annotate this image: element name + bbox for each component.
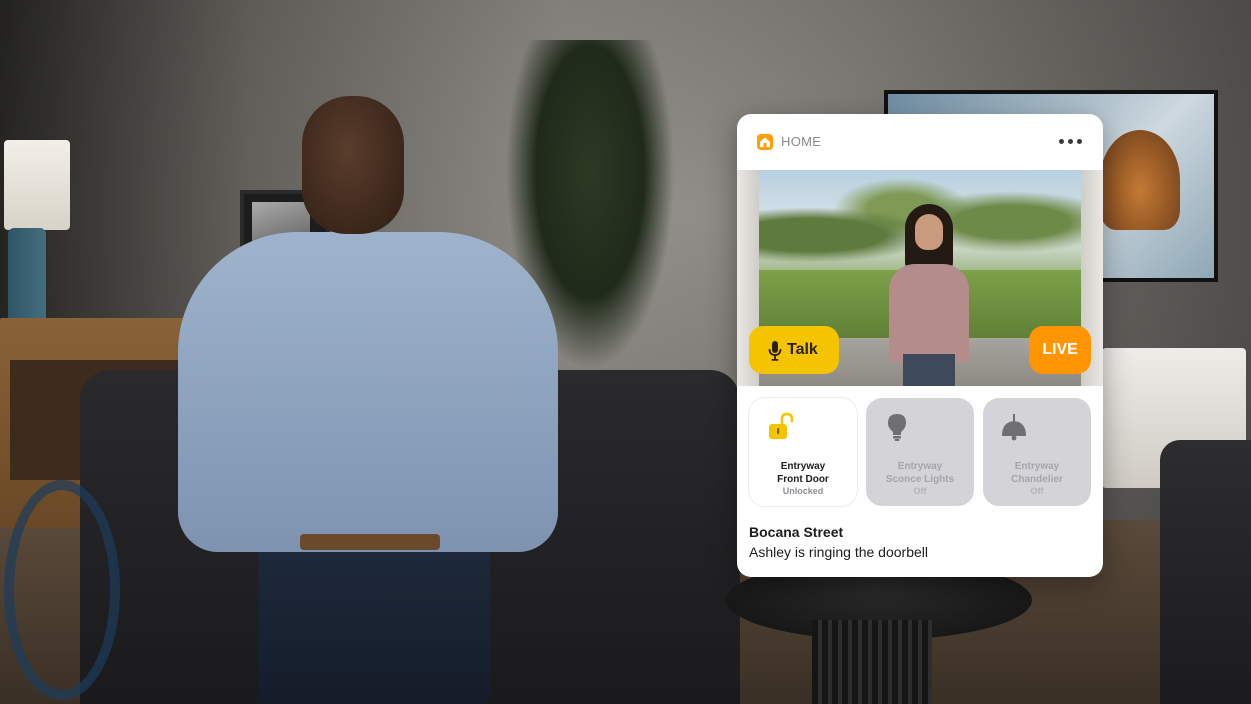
ellipsis-dot-icon	[1059, 139, 1064, 144]
armchair	[1160, 440, 1251, 704]
accessory-name: Entryway Sconce Lights	[866, 460, 974, 486]
accessory-tile-chandelier[interactable]: Entryway Chandelier Off	[983, 398, 1091, 506]
home-app-icon	[757, 134, 773, 150]
lamp-shade	[4, 140, 70, 230]
accessory-name: Entryway Front Door	[749, 460, 857, 486]
visitor-pants	[903, 354, 955, 386]
more-options-button[interactable]	[1055, 128, 1087, 154]
chandelier-icon	[1002, 414, 1026, 441]
presenter-legs	[258, 536, 490, 704]
accessory-name-line1: Entryway	[897, 461, 943, 472]
coffee-table-base	[812, 620, 932, 704]
accessory-name-line1: Entryway	[1014, 461, 1060, 472]
accessory-name-line1: Entryway	[780, 461, 826, 472]
accessory-tile-front-door[interactable]: Entryway Front Door Unlocked	[749, 398, 857, 506]
live-badge-label: LIVE	[1042, 341, 1078, 358]
accessory-name: Entryway Chandelier	[983, 460, 1091, 486]
home-doorbell-card: HOME Talk LIVE Entryway Front Door Unloc…	[737, 114, 1103, 577]
presenter-shirt	[178, 232, 558, 552]
card-header: HOME	[737, 114, 1103, 170]
ellipsis-dot-icon	[1068, 139, 1073, 144]
accessory-status: Off	[1030, 486, 1044, 496]
talk-button-label: Talk	[787, 341, 818, 358]
accessory-name-line2: Sconce Lights	[885, 474, 955, 485]
presenter-belt	[300, 534, 440, 550]
accessory-status: Unlocked	[782, 486, 824, 496]
visitor	[883, 204, 975, 386]
talk-button[interactable]: Talk	[749, 326, 839, 374]
accessory-tile-sconce-lights[interactable]: Entryway Sconce Lights Off	[866, 398, 974, 506]
ellipsis-dot-icon	[1077, 139, 1082, 144]
lightbulb-icon	[888, 414, 906, 441]
accessory-name-line2: Chandelier	[1011, 474, 1063, 485]
notification-message: Ashley is ringing the doorbell	[749, 544, 928, 560]
microphone-icon	[768, 341, 782, 361]
doorbell-camera-feed[interactable]: Talk LIVE	[737, 170, 1103, 386]
presenter-head	[302, 96, 404, 234]
live-badge: LIVE	[1029, 326, 1091, 374]
notification-location: Bocana Street	[749, 524, 844, 540]
accessory-status: Off	[913, 486, 927, 496]
unlocked-padlock-icon	[769, 412, 794, 439]
tv-artwork	[1100, 130, 1180, 230]
accessory-name-line2: Front Door	[777, 474, 829, 485]
home-app-label: HOME	[781, 134, 822, 149]
visitor-sweater	[889, 264, 969, 362]
accessory-tiles: Entryway Front Door Unlocked Entryway Sc…	[737, 398, 1103, 508]
visitor-face	[915, 214, 943, 250]
bicycle-wheel	[4, 480, 120, 700]
